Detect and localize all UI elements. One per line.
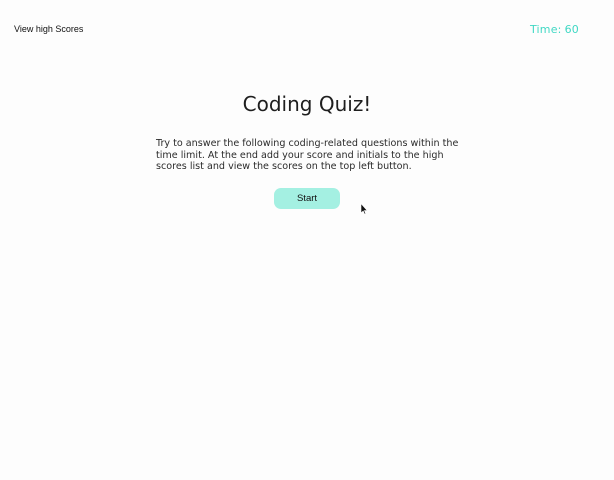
view-high-scores-link[interactable]: View high Scores: [14, 24, 83, 34]
start-button[interactable]: Start: [274, 188, 340, 209]
intro-text: Try to answer the following coding-relat…: [156, 138, 459, 172]
page-title: Coding Quiz!: [242, 92, 372, 116]
top-bar: View high Scores Time: 60: [0, 0, 614, 60]
timer-label: Time:: [529, 23, 562, 36]
timer-value: 60: [564, 23, 579, 36]
mouse-pointer-icon: [360, 203, 368, 215]
timer: Time: 60: [530, 23, 579, 36]
